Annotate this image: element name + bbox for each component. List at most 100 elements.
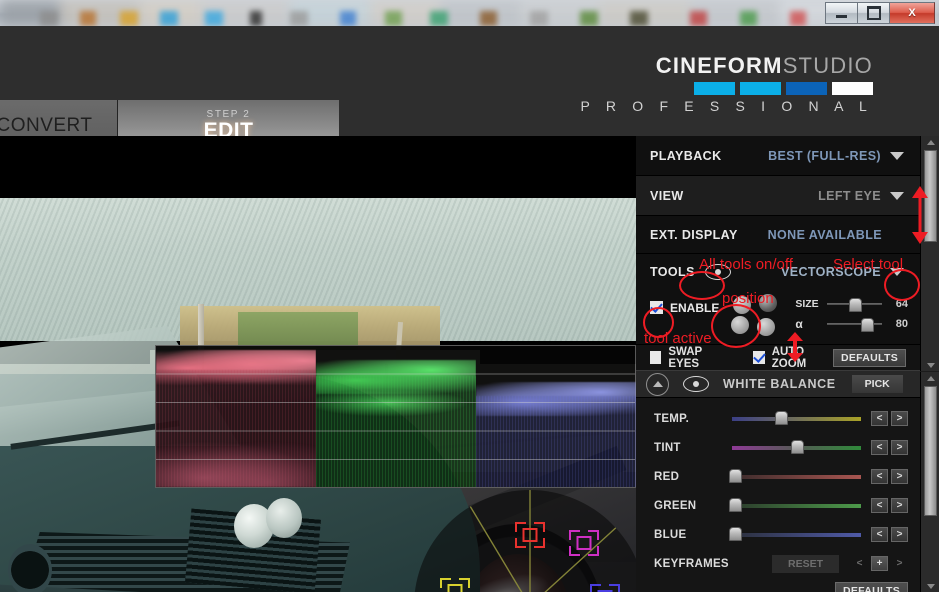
white-balance-body: TEMP. < > TINT < > RED < > GREEN < > BLU… [636, 398, 920, 592]
red-slider-row: RED < > [636, 462, 920, 491]
close-button[interactable]: X [889, 2, 935, 24]
vectorscope[interactable] [414, 490, 636, 592]
annotation-arrow-divider [787, 332, 803, 362]
brand-bar-3 [786, 82, 827, 95]
chevron-up-icon[interactable] [646, 372, 669, 396]
vectorscope-target-blue [590, 584, 620, 592]
annotation-circle-eye [679, 271, 725, 300]
tool-sliders: SIZE 64 α 80 [795, 294, 908, 334]
app-header: CINEFORMSTUDIO P R O F E S S I O N A L C… [0, 26, 939, 165]
brand-name: CINEFORMSTUDIO [574, 55, 873, 77]
chevron-down-icon[interactable] [890, 191, 904, 200]
green-nudge-group: < > [871, 498, 908, 513]
tint-increase-button[interactable]: > [891, 440, 908, 455]
red-slider-thumb[interactable] [728, 468, 742, 483]
alpha-label: α [795, 317, 803, 331]
tint-slider-thumb[interactable] [790, 439, 804, 454]
keyframe-prev-button[interactable]: < [851, 556, 868, 571]
green-gradient [732, 503, 861, 508]
green-increase-button[interactable]: > [891, 498, 908, 513]
window-controls: X [825, 2, 935, 24]
view-row[interactable]: VIEW LEFT EYE [636, 176, 920, 216]
annotation-circle-position [711, 304, 761, 348]
red-slider-track[interactable] [728, 468, 861, 484]
playback-row[interactable]: PLAYBACK BEST (FULL-RES) [636, 136, 920, 176]
eye-icon[interactable] [683, 376, 709, 392]
blue-slider-track[interactable] [728, 526, 861, 542]
wb-defaults-row: DEFAULTS [636, 578, 920, 592]
keyframe-next-button[interactable]: > [891, 556, 908, 571]
tint-slider-row: TINT < > [636, 433, 920, 462]
tint-nudge-group: < > [871, 440, 908, 455]
alpha-slider-thumb[interactable] [860, 318, 874, 332]
tools-scrollbar[interactable] [920, 136, 939, 371]
auto-zoom-checkbox[interactable] [753, 351, 765, 364]
wb-scroll-thumb[interactable] [924, 386, 937, 516]
eye-options-row: SWAP EYES AUTO ZOOM DEFAULTS [636, 344, 920, 370]
minimize-icon [836, 14, 847, 18]
view-label: VIEW [650, 188, 684, 203]
settings-panel: PLAYBACK BEST (FULL-RES) VIEW LEFT EYE E… [636, 136, 939, 592]
scroll-down-icon[interactable] [921, 580, 939, 592]
vectorscope-target-yellow [440, 578, 470, 592]
desktop-icons-blur [0, 11, 939, 26]
green-slider-thumb[interactable] [728, 497, 742, 512]
size-slider-thumb[interactable] [848, 298, 862, 312]
white-balance-scrollbar[interactable] [920, 372, 939, 592]
green-slider-track[interactable] [728, 497, 861, 513]
keyframes-label: KEYFRAMES [654, 557, 729, 570]
temp-label: TEMP. [654, 412, 690, 425]
keyframe-nav-group: < + > [851, 556, 908, 571]
temp-increase-button[interactable]: > [891, 411, 908, 426]
minimize-button[interactable] [825, 2, 857, 24]
scroll-up-icon[interactable] [921, 372, 939, 384]
blue-increase-button[interactable]: > [891, 527, 908, 542]
red-decrease-button[interactable]: < [871, 469, 888, 484]
tint-label: TINT [654, 441, 681, 454]
view-value: LEFT EYE [818, 188, 881, 203]
alpha-value: 80 [895, 318, 908, 330]
blue-slider-row: BLUE < > [636, 520, 920, 549]
tint-slider-track[interactable] [732, 439, 861, 455]
scroll-down-icon[interactable] [921, 359, 939, 371]
close-icon: X [908, 7, 916, 19]
red-gradient [732, 474, 861, 479]
pick-button[interactable]: PICK [851, 375, 903, 393]
green-decrease-button[interactable]: < [871, 498, 888, 513]
size-label: SIZE [795, 298, 819, 310]
swap-eyes-checkbox[interactable] [650, 351, 662, 364]
blue-decrease-button[interactable]: < [871, 527, 888, 542]
brand-name-light: STUDIO [782, 53, 873, 78]
tint-decrease-button[interactable]: < [871, 440, 888, 455]
reset-button[interactable]: RESET [771, 554, 839, 573]
blue-label: BLUE [654, 528, 687, 541]
video-preview[interactable] [0, 136, 636, 592]
annotation-circle-enable [643, 307, 674, 338]
tools-defaults-button[interactable]: DEFAULTS [832, 348, 906, 367]
temp-slider-thumb[interactable] [775, 410, 789, 425]
annotation-all-tools: All tools on/off [699, 256, 793, 273]
rgb-parade-scope[interactable] [155, 345, 636, 488]
size-slider-track[interactable] [827, 298, 882, 312]
brand-bar-4 [832, 82, 873, 95]
scroll-up-icon[interactable] [921, 136, 939, 148]
maximize-button[interactable] [857, 2, 889, 24]
red-increase-button[interactable]: > [891, 469, 908, 484]
temp-decrease-button[interactable]: < [871, 411, 888, 426]
ext-display-label: EXT. DISPLAY [650, 227, 738, 242]
playback-value: BEST (FULL-RES) [768, 148, 881, 163]
white-balance-header[interactable]: WHITE BALANCE PICK [636, 370, 920, 398]
chevron-down-icon[interactable] [890, 151, 904, 160]
white-balance-defaults-button[interactable]: DEFAULTS [834, 582, 908, 592]
blue-slider-thumb[interactable] [728, 526, 742, 541]
annotation-circle-dropdown [884, 269, 920, 301]
brand-edition: P R O F E S S I O N A L [580, 98, 873, 114]
vectorscope-target-magenta [569, 530, 599, 556]
vectorscope-target-red [515, 522, 545, 548]
alpha-slider-track[interactable] [827, 318, 882, 332]
white-balance-title: WHITE BALANCE [723, 377, 836, 391]
temp-slider-track[interactable] [732, 410, 861, 426]
temp-gradient [732, 416, 861, 421]
window-title-bar: X [0, 0, 939, 26]
keyframe-add-button[interactable]: + [871, 556, 888, 571]
